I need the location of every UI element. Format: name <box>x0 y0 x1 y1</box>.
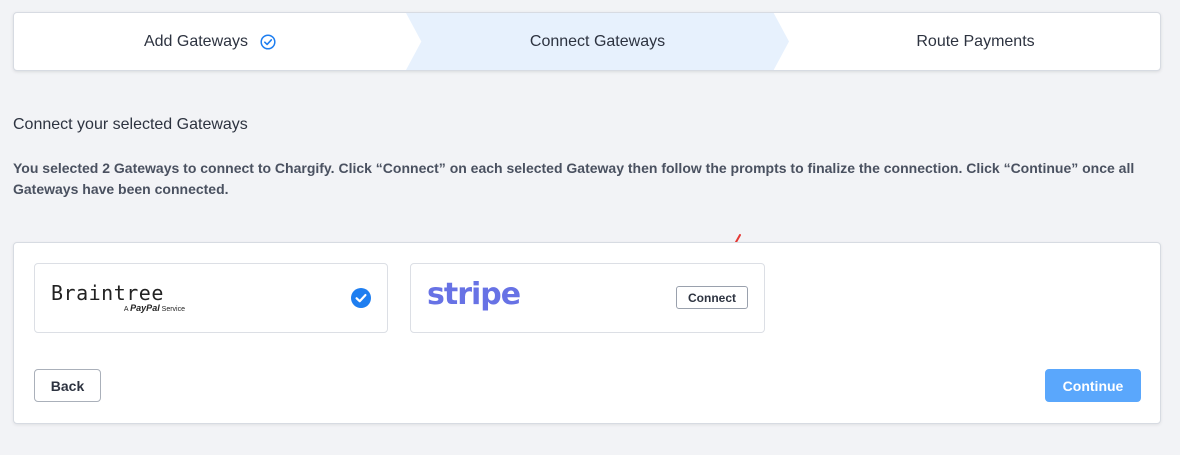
step-label: Route Payments <box>916 32 1035 50</box>
step-route-payments[interactable]: Route Payments <box>789 13 1160 70</box>
section-description: You selected 2 Gateways to connect to Ch… <box>13 160 1135 197</box>
section-title: Connect your selected Gateways <box>13 116 248 133</box>
gateway-card-braintree: Braintree A PayPal Service <box>34 263 388 333</box>
braintree-logo: Braintree A PayPal Service <box>51 281 185 314</box>
step-connect-gateways[interactable]: Connect Gateways <box>406 13 789 70</box>
connect-button[interactable]: Connect <box>676 286 748 309</box>
step-label: Add Gateways <box>143 32 249 50</box>
stripe-logo: stripe <box>427 277 521 312</box>
progress-stepper: Add Gateways Connect Gateways Route Paym… <box>13 12 1161 71</box>
gateway-card-stripe: stripe Connect <box>410 263 765 333</box>
step-add-gateways[interactable]: Add Gateways <box>14 13 406 70</box>
continue-button[interactable]: Continue <box>1045 369 1141 402</box>
check-circle-outline-icon <box>260 33 276 50</box>
braintree-logo-text: Braintree <box>51 281 164 305</box>
braintree-logo-tagline: A PayPal Service <box>123 303 185 314</box>
gateways-panel: Braintree A PayPal Service stripe Connec… <box>13 242 1161 424</box>
step-label: Connect Gateways <box>529 32 666 50</box>
back-button[interactable]: Back <box>34 369 101 402</box>
check-circle-filled-icon <box>351 288 371 308</box>
